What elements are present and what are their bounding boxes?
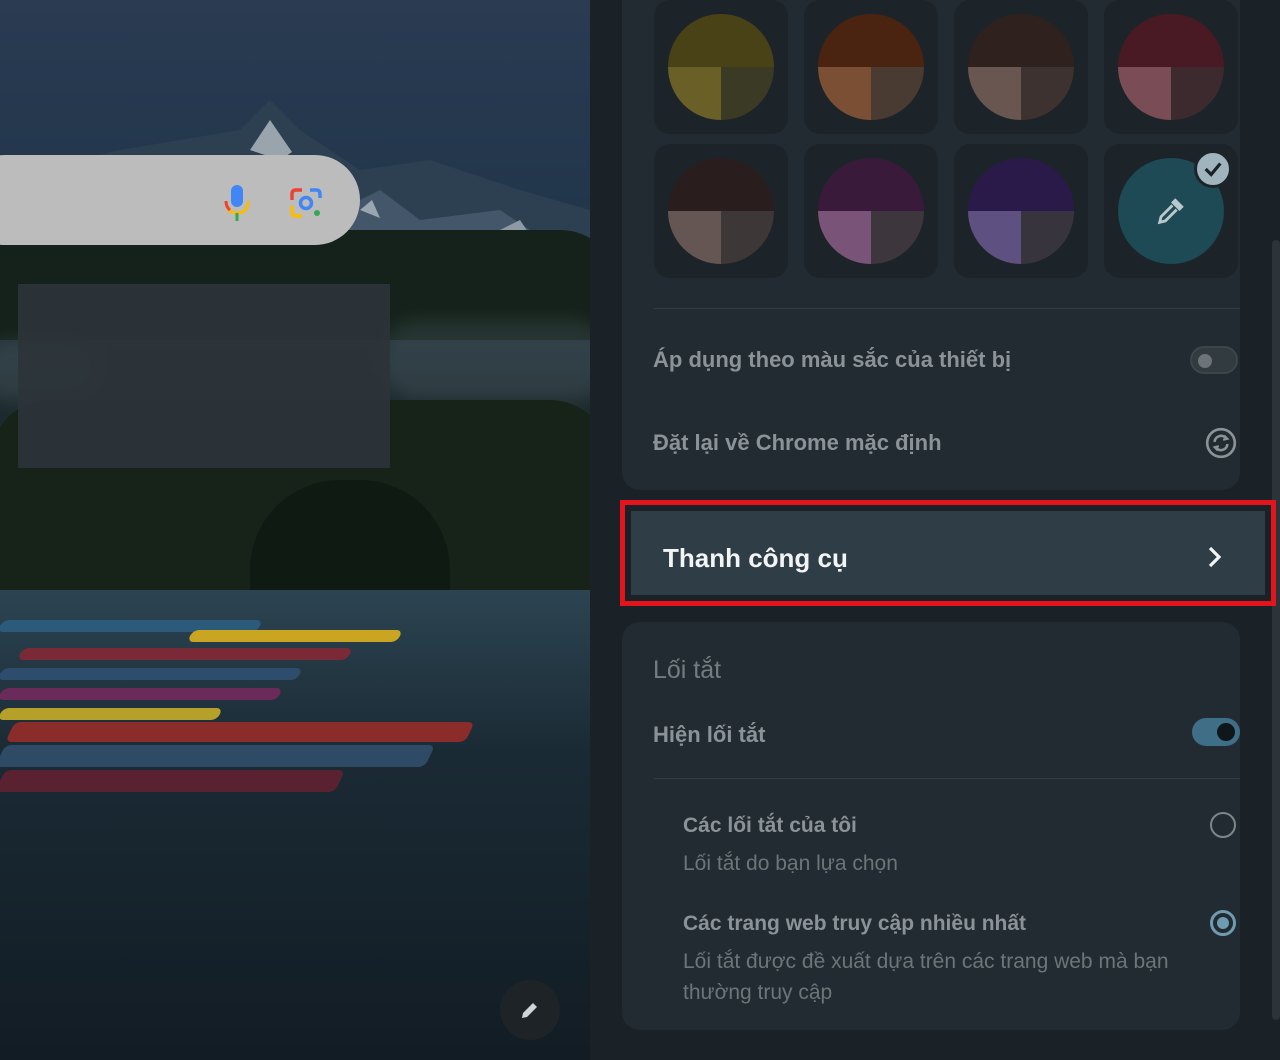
color-swatch-custom[interactable] xyxy=(1104,144,1238,278)
color-swatch-olive[interactable] xyxy=(654,0,788,134)
color-swatch-maroon[interactable] xyxy=(1104,0,1238,134)
swatch-circle xyxy=(668,158,774,264)
eyedropper-icon xyxy=(1157,198,1184,225)
pencil-icon xyxy=(522,1003,537,1018)
most-visited-title: Các trang web truy cập nhiều nhất xyxy=(683,912,1027,935)
swatch-circle xyxy=(1118,14,1224,120)
apply-device-colors-label: Áp dụng theo màu sắc của thiết bị xyxy=(653,347,1012,372)
reset-icon[interactable] xyxy=(1204,426,1238,460)
reset-chrome-default-label: Đặt lại về Chrome mặc định xyxy=(653,430,942,455)
color-swatch-amber[interactable] xyxy=(804,0,938,134)
color-swatch-violet[interactable] xyxy=(954,144,1088,278)
my-shortcuts-radio[interactable] xyxy=(1210,812,1236,838)
show-shortcuts-toggle[interactable] xyxy=(1192,718,1240,746)
wallpaper-boat xyxy=(187,630,403,642)
checkmark-icon xyxy=(1204,162,1222,177)
wallpaper-boat xyxy=(0,708,223,720)
color-swatch-mocha[interactable] xyxy=(654,144,788,278)
wallpaper-mist xyxy=(380,320,590,400)
shortcuts-placeholder xyxy=(18,284,390,468)
customize-button[interactable] xyxy=(500,980,560,1040)
toggle-knob xyxy=(1198,354,1212,368)
apply-device-colors-toggle[interactable] xyxy=(1190,346,1238,374)
chevron-right-icon xyxy=(1208,546,1222,568)
show-shortcuts-label: Hiện lối tắt xyxy=(653,722,766,747)
color-swatch-brown[interactable] xyxy=(954,0,1088,134)
color-swatch-plum[interactable] xyxy=(804,144,938,278)
my-shortcuts-title: Các lối tắt của tôi xyxy=(683,814,857,837)
swatch-circle xyxy=(818,14,924,120)
swatch-circle xyxy=(668,14,774,120)
wallpaper-boat xyxy=(0,668,303,680)
wallpaper-lake xyxy=(0,590,590,1060)
shortcuts-card: Lối tắt Hiện lối tắt Các lối tắt của tôi… xyxy=(622,622,1240,1030)
colors-card: Áp dụng theo màu sắc của thiết bị Đặt lạ… xyxy=(622,0,1240,490)
shortcuts-heading: Lối tắt xyxy=(653,656,722,684)
most-visited-subtitle: Lối tắt được đề xuất dựa trên các trang … xyxy=(683,950,1169,1004)
most-visited-radio[interactable] xyxy=(1210,910,1236,936)
toolbar-settings-row[interactable]: Thanh công cụ xyxy=(620,500,1276,606)
wallpaper-boat xyxy=(0,688,283,700)
scrollbar[interactable] xyxy=(1272,240,1280,1020)
swatch-circle xyxy=(968,158,1074,264)
toolbar-row-surface: Thanh công cụ xyxy=(631,511,1265,595)
wallpaper-boat xyxy=(17,648,353,660)
wallpaper-boat xyxy=(0,770,346,792)
swatch-circle xyxy=(818,158,924,264)
wallpaper-boat xyxy=(5,722,475,742)
divider xyxy=(654,308,1240,309)
mic-icon[interactable] xyxy=(222,183,252,223)
toggle-knob xyxy=(1217,723,1235,741)
google-lens-icon[interactable] xyxy=(288,186,324,220)
wallpaper-boat xyxy=(0,745,436,767)
divider xyxy=(654,778,1240,779)
my-shortcuts-subtitle: Lối tắt do bạn lựa chọn xyxy=(683,852,898,875)
selected-badge xyxy=(1194,150,1232,188)
new-tab-page xyxy=(0,0,590,1060)
swatch-circle xyxy=(968,14,1074,120)
toolbar-label: Thanh công cụ xyxy=(663,543,848,573)
radio-dot xyxy=(1217,917,1229,929)
